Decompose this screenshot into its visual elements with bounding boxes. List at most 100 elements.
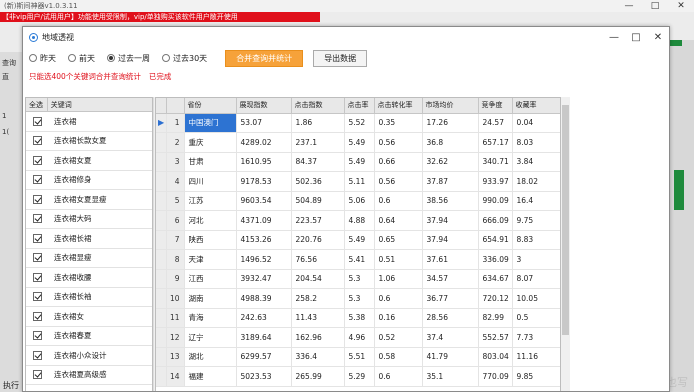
table-row[interactable]: 13 湖北 6299.57 336.4 5.51 0.58 41.79 803.04 11.16 <box>156 347 560 367</box>
cell-fav[interactable]: 16.4 <box>512 191 560 211</box>
cell-impression[interactable]: 4988.39 <box>236 288 292 309</box>
keyword-row[interactable]: 连衣裙显瘦 <box>26 249 152 268</box>
cell-province[interactable]: 湖北 <box>184 347 237 367</box>
checkbox-checked-icon[interactable] <box>32 292 42 302</box>
cell-fav[interactable]: 18.02 <box>512 171 560 192</box>
cell-competition[interactable]: 654.91 <box>478 230 513 250</box>
cell-competition[interactable]: 666.09 <box>478 210 513 231</box>
cell-province[interactable]: 天津 <box>184 249 237 270</box>
keyword-checkbox-cell[interactable] <box>26 155 48 165</box>
radio-yesterday[interactable]: 昨天 <box>29 53 56 64</box>
table-row[interactable]: 5 江苏 9603.54 504.89 5.06 0.6 38.56 990.09 16.4 <box>156 191 560 211</box>
cell-fav[interactable]: 0.04 <box>512 113 560 133</box>
checkbox-checked-icon[interactable] <box>32 175 42 185</box>
cell-fav[interactable]: 0.5 <box>512 308 560 328</box>
data-scroll-thumb[interactable] <box>562 105 569 335</box>
cell-impression[interactable]: 5023.53 <box>236 366 292 387</box>
cell-cvr[interactable]: 0.64 <box>374 210 423 231</box>
cell-province[interactable]: 江苏 <box>184 191 237 211</box>
cell-impression[interactable]: 242.63 <box>236 308 292 328</box>
keyword-row[interactable]: 连衣裙春夏 <box>26 327 152 346</box>
checkbox-checked-icon[interactable] <box>32 116 42 126</box>
cell-province[interactable]: 湖南 <box>184 288 237 309</box>
cell-ctr[interactable]: 5.29 <box>344 366 375 387</box>
cell-province[interactable]: 甘肃 <box>184 152 237 172</box>
keyword-checkbox-cell[interactable] <box>26 370 48 380</box>
cell-competition[interactable]: 336.09 <box>478 249 513 270</box>
table-row[interactable]: 8 天津 1496.52 76.56 5.41 0.51 37.61 336.09 3 <box>156 249 560 270</box>
cell-fav[interactable]: 10.05 <box>512 288 560 309</box>
cell-competition[interactable]: 340.71 <box>478 152 513 172</box>
cell-cvr[interactable]: 0.35 <box>374 113 423 133</box>
checkbox-checked-icon[interactable] <box>32 155 42 165</box>
cell-cvr[interactable]: 0.6 <box>374 288 423 309</box>
cell-price[interactable]: 32.62 <box>422 152 479 172</box>
table-row[interactable]: 6 河北 4371.09 223.57 4.88 0.64 37.94 666.09 9.75 <box>156 210 560 231</box>
checkbox-checked-icon[interactable] <box>32 350 42 360</box>
cell-province[interactable]: 四川 <box>184 171 237 192</box>
cell-ctr[interactable]: 4.88 <box>344 210 375 231</box>
cell-ctr[interactable]: 5.49 <box>344 230 375 250</box>
cell-impression[interactable]: 1496.52 <box>236 249 292 270</box>
cell-click[interactable]: 84.37 <box>291 152 345 172</box>
cell-ctr[interactable]: 5.3 <box>344 288 375 309</box>
cell-province[interactable]: 辽宁 <box>184 327 237 348</box>
checkbox-checked-icon[interactable] <box>32 194 42 204</box>
keyword-checkbox-cell[interactable] <box>26 292 48 302</box>
cell-fav[interactable]: 8.03 <box>512 132 560 153</box>
radio-past-30-days[interactable]: 过去30天 <box>162 53 207 64</box>
table-row[interactable]: 11 青海 242.63 11.43 5.38 0.16 28.56 82.99 0.5 <box>156 308 560 328</box>
cell-click[interactable]: 204.54 <box>291 269 345 289</box>
table-row[interactable]: 4 四川 9178.53 502.36 5.11 0.56 37.87 933.97 18.02 <box>156 171 560 192</box>
close-icon[interactable]: ✕ <box>668 1 694 11</box>
cell-price[interactable]: 37.4 <box>422 327 479 348</box>
table-row[interactable]: 3 甘肃 1610.95 84.37 5.49 0.66 32.62 340.71 3.84 <box>156 152 560 172</box>
radio-past-week[interactable]: 过去一周 <box>107 53 150 64</box>
cell-province[interactable]: 重庆 <box>184 132 237 153</box>
cell-cvr[interactable]: 0.52 <box>374 327 423 348</box>
col-fav[interactable]: 收藏率 <box>512 98 560 114</box>
minimize-icon[interactable]: — <box>616 1 642 11</box>
table-row[interactable]: ▶ 1 中国澳门 53.07 1.86 5.52 0.35 17.26 24.57 0.04 <box>156 113 560 133</box>
cell-impression[interactable]: 1610.95 <box>236 152 292 172</box>
cell-click[interactable]: 223.57 <box>291 210 345 231</box>
keyword-checkbox-cell[interactable] <box>26 272 48 282</box>
green-scroll-thumb-2[interactable] <box>674 170 684 210</box>
col-ctr[interactable]: 点击率 <box>344 98 375 114</box>
cell-ctr[interactable]: 5.11 <box>344 171 375 192</box>
cell-cvr[interactable]: 0.65 <box>374 230 423 250</box>
checkbox-checked-icon[interactable] <box>32 331 42 341</box>
keyword-row[interactable]: 连衣裙女夏显瘦 <box>26 190 152 210</box>
checkbox-checked-icon[interactable] <box>32 214 42 224</box>
cell-competition[interactable]: 634.67 <box>478 269 513 289</box>
cell-competition[interactable]: 24.57 <box>478 113 513 133</box>
cell-competition[interactable]: 552.57 <box>478 327 513 348</box>
cell-ctr[interactable]: 5.52 <box>344 113 375 133</box>
col-price[interactable]: 市场均价 <box>422 98 479 114</box>
cell-price[interactable]: 41.79 <box>422 347 479 367</box>
cell-price[interactable]: 37.61 <box>422 249 479 270</box>
cell-competition[interactable]: 990.09 <box>478 191 513 211</box>
keyword-checkbox-cell[interactable] <box>26 214 48 224</box>
checkbox-checked-icon[interactable] <box>32 136 42 146</box>
cell-impression[interactable]: 3189.64 <box>236 327 292 348</box>
cell-click[interactable]: 237.1 <box>291 132 345 153</box>
cell-ctr[interactable]: 5.49 <box>344 152 375 172</box>
cell-impression[interactable]: 4371.09 <box>236 210 292 231</box>
cell-click[interactable]: 1.86 <box>291 113 345 133</box>
cell-ctr[interactable]: 4.96 <box>344 327 375 348</box>
cell-ctr[interactable]: 5.51 <box>344 347 375 367</box>
cell-fav[interactable]: 9.75 <box>512 210 560 231</box>
cell-click[interactable]: 220.76 <box>291 230 345 250</box>
cell-impression[interactable]: 53.07 <box>236 113 292 133</box>
keyword-checkbox-cell[interactable] <box>26 175 48 185</box>
col-impression[interactable]: 展现指数 <box>236 98 292 114</box>
cell-province[interactable]: 福建 <box>184 366 237 387</box>
cell-impression[interactable]: 3932.47 <box>236 269 292 289</box>
keyword-row[interactable]: 连衣裙修身 <box>26 171 152 190</box>
table-row[interactable]: 14 福建 5023.53 265.99 5.29 0.6 35.1 770.09 9.85 <box>156 366 560 387</box>
cell-impression[interactable]: 4153.26 <box>236 230 292 250</box>
checkbox-checked-icon[interactable] <box>32 370 42 380</box>
cell-cvr[interactable]: 0.16 <box>374 308 423 328</box>
keyword-row[interactable]: 连衣裙夏高级感 <box>26 366 152 385</box>
